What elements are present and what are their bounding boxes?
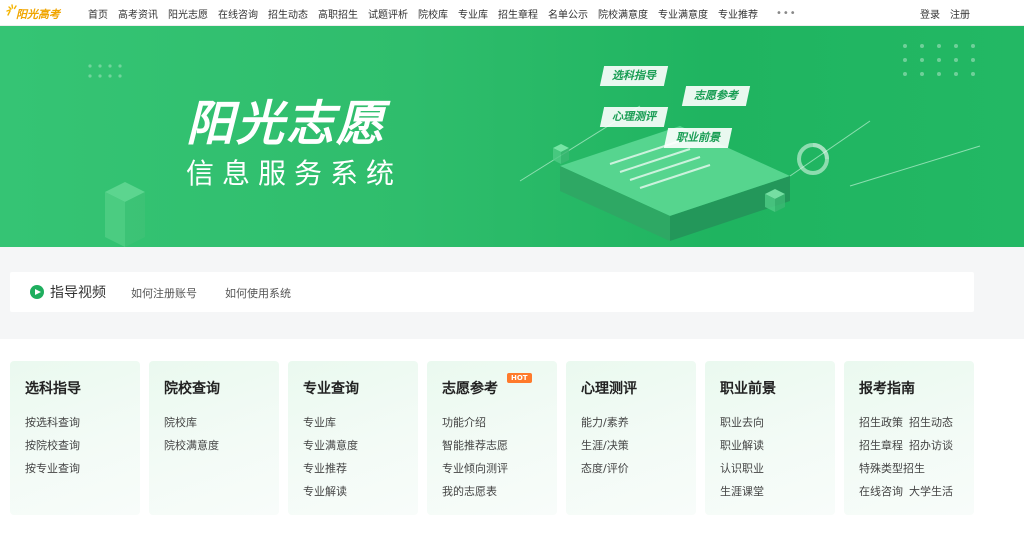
card-link[interactable]: 专业推荐: [303, 457, 358, 480]
card-link[interactable]: 特殊类型招生: [859, 462, 925, 475]
card-college-query: 院校查询 院校库 院校满意度: [149, 361, 279, 515]
banner-decoration: [88, 44, 981, 247]
hero-banner: 阳光志愿 信息服务系统 选科指导 志愿参考 心理测评 职业前景: [0, 26, 1024, 247]
nav-menu: 首页 高考资讯 阳光志愿 在线咨询 招生动态 高职招生 试题评析 院校库 专业库…: [88, 0, 797, 26]
card-major-query: 专业查询 专业库 专业满意度 专业推荐 专业解读: [288, 361, 418, 515]
card-subject-guide: 选科指导 按选科查询 按院校查询 按专业查询: [10, 361, 140, 515]
card-title: 职业前景: [720, 381, 776, 397]
card-link[interactable]: 专业库: [303, 411, 358, 434]
guide-link-usage[interactable]: 如何使用系统: [225, 285, 291, 301]
card-link[interactable]: 在线咨询: [859, 485, 903, 498]
card-link[interactable]: 生涯课堂: [720, 480, 764, 503]
card-link[interactable]: 职业去向: [720, 411, 764, 434]
banner-tag-subject-guide[interactable]: 选科指导: [599, 66, 669, 86]
card-link[interactable]: 招生政策: [859, 416, 903, 429]
card-title: 报考指南: [859, 381, 915, 397]
card-link[interactable]: 功能介绍: [442, 411, 508, 434]
nav-item-major-db[interactable]: 专业库: [458, 6, 488, 21]
card-link[interactable]: 生涯/决策: [581, 434, 629, 457]
nav-item-major-recommend[interactable]: 专业推荐: [718, 6, 758, 21]
nav-item-home[interactable]: 首页: [88, 6, 108, 21]
card-psych-test: 心理测评 能力/素养 生涯/决策 态度/评价: [566, 361, 696, 515]
guide-video-bar: 指导视频 如何注册账号 如何使用系统: [10, 272, 974, 312]
card-title: 选科指导: [25, 381, 81, 397]
nav-item-admission-rules[interactable]: 招生章程: [498, 6, 538, 21]
card-title: 院校查询: [164, 381, 220, 397]
nav-item-college-satisfaction[interactable]: 院校满意度: [598, 6, 648, 21]
card-link[interactable]: 招办访谈: [909, 439, 953, 452]
login-link[interactable]: 登录: [920, 6, 940, 21]
banner-tag-volunteer-ref[interactable]: 志愿参考: [681, 86, 751, 106]
guide-title: 指导视频: [50, 285, 106, 301]
more-menu-icon[interactable]: •••: [776, 8, 797, 19]
nav-item-news[interactable]: 高考资讯: [118, 6, 158, 21]
logo-text: 阳光高考: [16, 8, 60, 21]
top-navigation: 阳光高考 首页 高考资讯 阳光志愿 在线咨询 招生动态 高职招生 试题评析 院校…: [0, 0, 1024, 26]
card-link[interactable]: 按选科查询: [25, 411, 80, 434]
hot-badge: HOT: [507, 373, 532, 383]
play-icon: [30, 285, 44, 299]
nav-item-vocational[interactable]: 高职招生: [318, 6, 358, 21]
banner-subtitle: 信息服务系统: [186, 157, 403, 190]
card-link[interactable]: 院校满意度: [164, 434, 219, 457]
card-link[interactable]: 按院校查询: [25, 434, 80, 457]
card-link[interactable]: 态度/评价: [581, 457, 629, 480]
card-link[interactable]: 招生动态: [909, 416, 953, 429]
card-link[interactable]: 招生章程: [859, 439, 903, 452]
card-link[interactable]: 按专业查询: [25, 457, 80, 480]
feature-cards: 选科指导 按选科查询 按院校查询 按专业查询 院校查询 院校库 院校满意度 专业…: [0, 339, 1024, 536]
guide-section: 指导视频 如何注册账号 如何使用系统: [0, 247, 1024, 339]
card-volunteer-reference: 志愿参考 HOT 功能介绍 智能推荐志愿 专业倾向测评 我的志愿表: [427, 361, 557, 515]
banner-tag-career[interactable]: 职业前景: [663, 128, 733, 148]
card-link[interactable]: 智能推荐志愿: [442, 434, 508, 457]
nav-item-online-consult[interactable]: 在线咨询: [218, 6, 258, 21]
nav-item-sunshine-volunteer[interactable]: 阳光志愿: [168, 6, 208, 21]
card-link[interactable]: 能力/素养: [581, 411, 629, 434]
nav-item-exam-analysis[interactable]: 试题评析: [368, 6, 408, 21]
card-link[interactable]: 专业倾向测评: [442, 457, 508, 480]
card-link[interactable]: 大学生活: [909, 485, 953, 498]
card-link[interactable]: 院校库: [164, 411, 219, 434]
card-link[interactable]: 专业满意度: [303, 434, 358, 457]
banner-tag-psych-test[interactable]: 心理测评: [599, 107, 669, 127]
guide-link-register[interactable]: 如何注册账号: [131, 285, 197, 301]
card-career-outlook: 职业前景 职业去向 职业解读 认识职业 生涯课堂: [705, 361, 835, 515]
card-title: 专业查询: [303, 381, 359, 397]
nav-item-list-publicity[interactable]: 名单公示: [548, 6, 588, 21]
card-link[interactable]: 认识职业: [720, 457, 764, 480]
nav-item-admission-news[interactable]: 招生动态: [268, 6, 308, 21]
banner-title: 阳光志愿: [186, 96, 387, 152]
register-link[interactable]: 注册: [950, 6, 970, 21]
card-title: 志愿参考: [442, 381, 498, 397]
card-link[interactable]: 职业解读: [720, 434, 764, 457]
nav-item-major-satisfaction[interactable]: 专业满意度: [658, 6, 708, 21]
auth-links: 登录 注册: [910, 0, 970, 26]
card-exam-guide: 报考指南 招生政策 招生动态 招生章程 招办访谈 特殊类型招生 在线咨询 大学生活: [844, 361, 974, 515]
card-link[interactable]: 专业解读: [303, 480, 358, 503]
card-link[interactable]: 我的志愿表: [442, 480, 508, 503]
nav-item-college-db[interactable]: 院校库: [418, 6, 448, 21]
card-title: 心理测评: [581, 381, 637, 397]
site-logo[interactable]: 阳光高考: [6, 3, 70, 23]
